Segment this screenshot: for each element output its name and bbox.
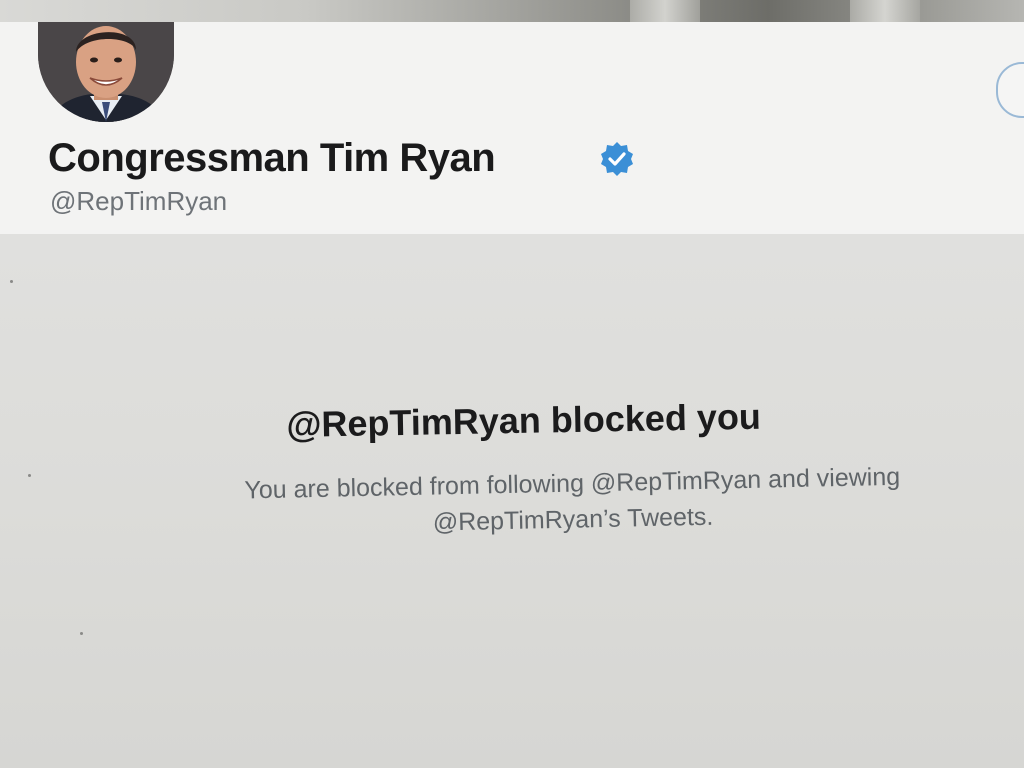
verified-badge-icon [601,142,633,176]
follow-button-edge[interactable] [996,62,1024,118]
screen-speck [28,474,31,477]
profile-display-name: Congressman Tim Ryan [48,136,496,180]
screen-speck [10,280,13,283]
twitter-profile-screen: Congressman Tim Ryan @RepTimRyan @RepTim… [0,0,1024,768]
profile-avatar[interactable] [38,22,174,122]
blocked-notice-title: @RepTimRyan blocked you [286,395,762,445]
avatar-portrait-image [38,22,174,122]
screen-speck [80,632,83,635]
profile-card: Congressman Tim Ryan @RepTimRyan [0,22,1024,234]
profile-handle: @RepTimRyan [50,186,228,216]
